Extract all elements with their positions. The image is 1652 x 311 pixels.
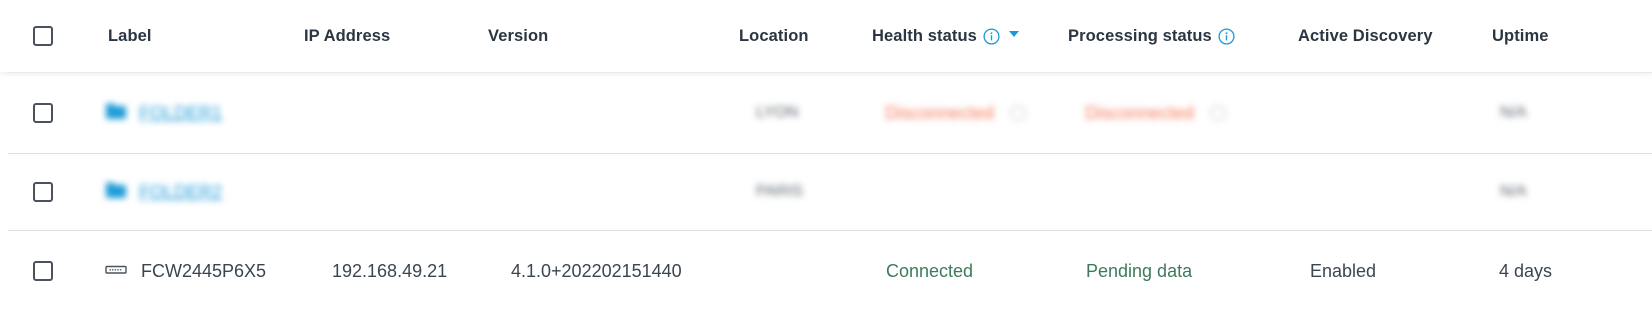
- label-cell: FOLDER2: [105, 154, 222, 230]
- row-checkbox[interactable]: [33, 182, 53, 202]
- info-icon[interactable]: [1218, 27, 1235, 45]
- table-header: Label IP Address Version Location Health…: [0, 0, 1652, 72]
- sensors-table: Label IP Address Version Location Health…: [0, 0, 1652, 311]
- info-icon[interactable]: [983, 27, 1000, 45]
- column-header-label[interactable]: Label: [108, 0, 152, 72]
- info-icon[interactable]: [1210, 105, 1226, 121]
- folder-icon: [105, 181, 127, 204]
- column-header-version[interactable]: Version: [488, 0, 548, 72]
- row-select-cell: [33, 231, 53, 311]
- column-header-processing-status-label: Processing status: [1068, 26, 1212, 45]
- folder-icon: [105, 102, 127, 125]
- column-header-location[interactable]: Location: [739, 0, 809, 72]
- health-status-value: Connected: [886, 260, 974, 281]
- select-all-checkbox[interactable]: [33, 26, 53, 46]
- location-cell: LYON: [756, 104, 799, 121]
- column-header-processing-status[interactable]: Processing status: [1068, 0, 1235, 72]
- folder-link[interactable]: FOLDER1: [139, 103, 222, 124]
- row-select-cell: [33, 73, 53, 153]
- health-status-value: Disconnected: [885, 102, 995, 123]
- label-cell: FOLDER1: [105, 73, 222, 153]
- active-discovery-cell: Enabled: [1310, 260, 1377, 281]
- column-header-health-status[interactable]: Health status: [872, 0, 1019, 72]
- column-header-ip-address[interactable]: IP Address: [304, 0, 390, 72]
- location-cell: PARIS: [756, 183, 803, 200]
- processing-status-value: Disconnected: [1085, 102, 1195, 123]
- uptime-cell: N/A: [1500, 104, 1527, 121]
- table-row[interactable]: FOLDER1 LYON Disconnected Disconnected N…: [8, 73, 1652, 154]
- select-all-cell: [33, 0, 53, 72]
- column-header-active-discovery[interactable]: Active Discovery: [1298, 0, 1433, 72]
- row-checkbox[interactable]: [33, 103, 53, 123]
- ip-address-cell: 192.168.49.21: [332, 260, 448, 281]
- uptime-cell: 4 days: [1499, 260, 1553, 281]
- uptime-cell: N/A: [1500, 183, 1527, 200]
- health-status-cell: Disconnected: [885, 73, 1026, 153]
- table-row[interactable]: FOLDER2 PARIS N/A: [8, 154, 1652, 231]
- column-header-uptime[interactable]: Uptime: [1492, 0, 1549, 72]
- row-checkbox[interactable]: [33, 261, 53, 281]
- column-header-health-status-label: Health status: [872, 26, 977, 45]
- processing-status-cell: Disconnected: [1085, 73, 1226, 153]
- version-cell: 4.1.0+202202151440: [511, 260, 682, 281]
- caret-down-icon[interactable]: [1008, 31, 1019, 37]
- device-icon: [105, 265, 127, 275]
- label-cell: FCW2445P6X5: [105, 231, 266, 311]
- processing-status-value: Pending data: [1086, 260, 1193, 281]
- info-icon[interactable]: [1010, 105, 1026, 121]
- device-label[interactable]: FCW2445P6X5: [141, 261, 266, 282]
- table-row[interactable]: FCW2445P6X5 192.168.49.21 4.1.0+20220215…: [8, 231, 1652, 311]
- folder-link[interactable]: FOLDER2: [139, 182, 222, 203]
- row-select-cell: [33, 154, 53, 230]
- header-divider: [8, 72, 1652, 73]
